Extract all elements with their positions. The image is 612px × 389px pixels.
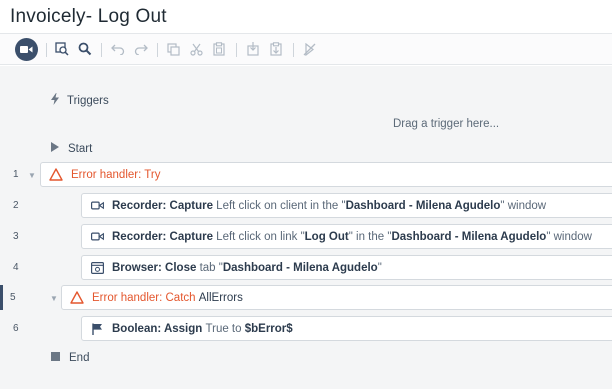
cut-button[interactable]	[186, 39, 206, 59]
play-icon	[51, 142, 59, 155]
window-target: Dashboard - Milena Agudelo	[345, 199, 501, 212]
link-target: Log Out	[304, 230, 349, 243]
undo-icon	[111, 43, 125, 55]
stop-icon	[51, 352, 60, 364]
paste-before-icon	[247, 42, 259, 56]
lightning-icon	[51, 93, 59, 108]
action-description: True to	[205, 322, 242, 335]
line-number: 2	[13, 200, 19, 211]
window-target: Dashboard - Milena Agudelo	[391, 230, 547, 243]
toolbar-separator	[101, 43, 102, 57]
recorder-capture-block[interactable]: Recorder: Capture Left click on client i…	[81, 193, 612, 218]
action-description: tab	[199, 261, 216, 274]
toolbar-separator	[236, 43, 237, 57]
search-button[interactable]	[75, 39, 95, 59]
find-button[interactable]	[52, 39, 72, 59]
paste-after-icon	[270, 42, 282, 56]
triggers-label: Triggers	[67, 94, 109, 107]
video-camera-icon	[89, 198, 105, 214]
window-title: Invoicely- Log Out	[10, 6, 167, 27]
browser-close-icon	[89, 260, 105, 276]
find-icon	[55, 42, 69, 56]
collapse-caret-icon[interactable]: ▼	[28, 171, 36, 180]
toolbar	[0, 33, 612, 65]
start-node: Start	[51, 142, 92, 155]
action-name: Recorder: Capture	[112, 230, 213, 243]
collapse-caret-icon[interactable]: ▼	[50, 294, 58, 303]
redo-icon	[134, 43, 148, 55]
trigger-drop-zone[interactable]: Drag a trigger here...	[393, 118, 499, 130]
active-row-marker	[0, 285, 3, 310]
paste-icon	[213, 42, 225, 56]
undo-button[interactable]	[108, 39, 128, 59]
video-camera-icon	[89, 229, 105, 245]
line-gutter	[0, 66, 40, 389]
catch-argument: AllErrors	[198, 291, 243, 304]
action-name: Browser: Close	[112, 261, 197, 274]
record-icon	[20, 45, 33, 54]
start-label: Start	[68, 142, 93, 155]
workflow-canvas: Triggers Drag a trigger here... Start 1 …	[0, 66, 612, 389]
line-number: 1	[13, 169, 19, 180]
paste-button[interactable]	[209, 39, 229, 59]
end-label: End	[69, 352, 90, 364]
toolbar-separator	[157, 43, 158, 57]
line-number: 3	[13, 231, 19, 242]
browser-close-block[interactable]: Browser: Close tab " Dashboard - Milena A…	[81, 255, 612, 280]
error-handler-catch-block[interactable]: Error handler: Catch AllErrors	[61, 285, 612, 310]
variable-name: $bError$	[244, 322, 293, 335]
action-description: Left click on client in the	[216, 199, 339, 212]
line-number: 5	[10, 292, 16, 303]
flag-icon	[89, 321, 105, 337]
window-target: Dashboard - Milena Agudelo	[222, 261, 378, 274]
record-button[interactable]	[15, 38, 38, 61]
end-node: End	[51, 352, 89, 364]
error-handler-try-block[interactable]: Error handler: Try	[40, 162, 612, 187]
recorder-capture-block[interactable]: Recorder: Capture Left click on link " Lo…	[81, 224, 612, 249]
warning-icon	[69, 290, 85, 306]
action-description: Left click on link	[216, 230, 298, 243]
paste-before-button[interactable]	[243, 39, 263, 59]
disable-icon	[303, 42, 316, 56]
block-title: Error handler: Try	[71, 168, 161, 181]
copy-icon	[166, 42, 180, 56]
toolbar-separator	[293, 43, 294, 57]
toolbar-separator	[46, 43, 47, 57]
cut-icon	[189, 43, 203, 56]
line-number: 6	[13, 323, 19, 334]
search-icon	[78, 42, 92, 56]
copy-button[interactable]	[163, 39, 183, 59]
line-number: 4	[13, 262, 19, 273]
warning-icon	[48, 167, 64, 183]
triggers-section[interactable]: Triggers	[51, 93, 109, 108]
action-name: Boolean: Assign	[112, 322, 203, 335]
block-title: Error handler: Catch	[92, 291, 196, 304]
action-name: Recorder: Capture	[112, 199, 213, 212]
paste-after-button[interactable]	[266, 39, 286, 59]
redo-button[interactable]	[131, 39, 151, 59]
boolean-assign-block[interactable]: Boolean: Assign True to $bError$	[81, 316, 612, 341]
disable-button[interactable]	[299, 39, 319, 59]
